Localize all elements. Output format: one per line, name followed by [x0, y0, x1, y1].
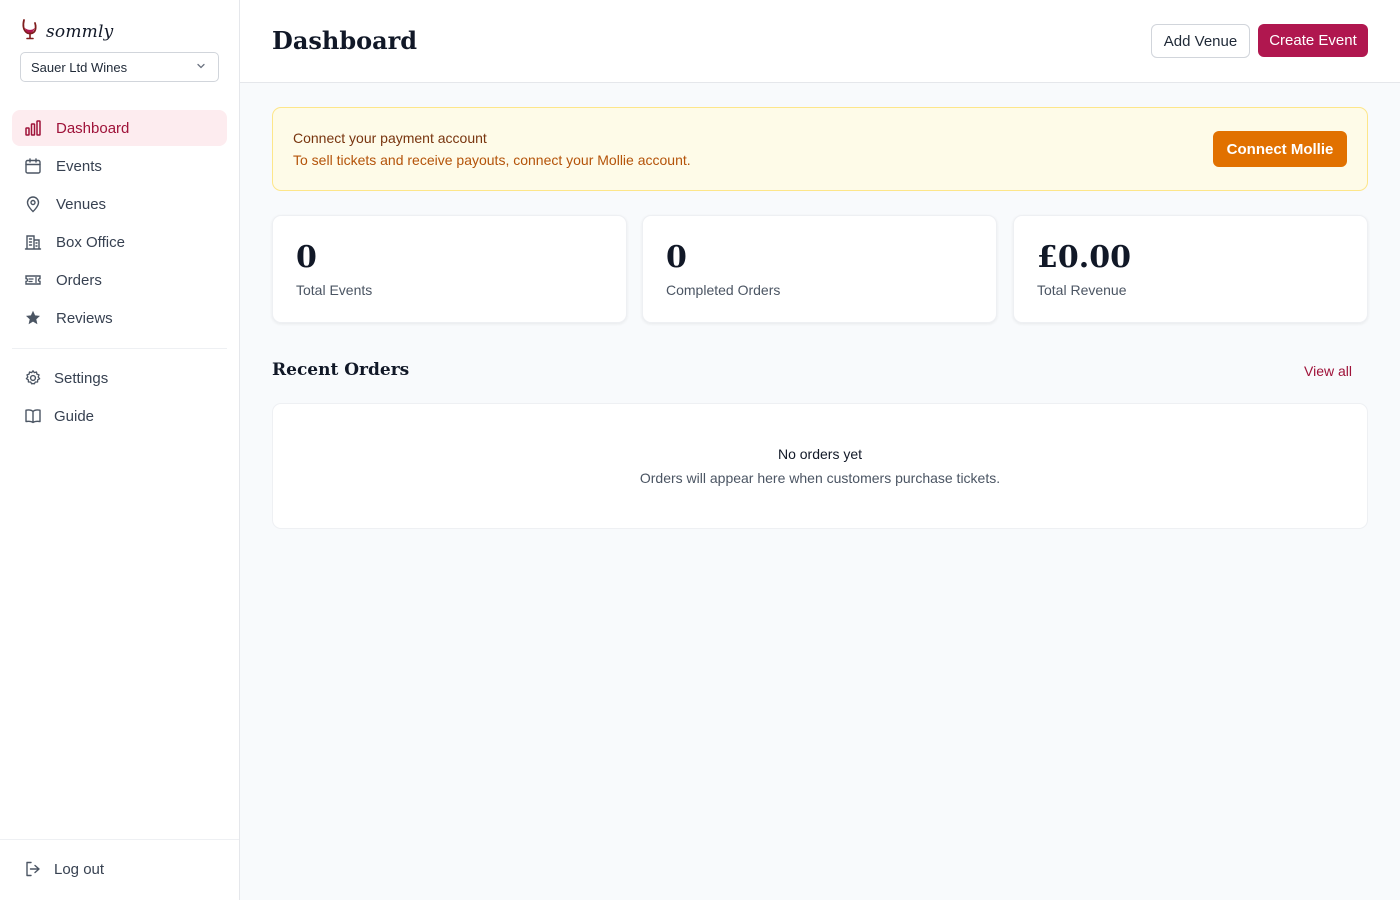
calendar-icon: [25, 158, 41, 174]
nav-item-events[interactable]: Events: [12, 148, 227, 184]
organization-select[interactable]: Sauer Ltd Wines: [20, 52, 219, 82]
stat-label: Total Events: [296, 282, 373, 298]
empty-state-title: No orders yet: [777, 446, 863, 462]
nav-item-label: Venues: [56, 195, 107, 213]
nav-item-settings[interactable]: Settings: [12, 360, 227, 396]
recent-orders-card: No orders yet Orders will appear here wh…: [272, 403, 1368, 529]
organization-select-value: Sauer Ltd Wines: [31, 59, 128, 75]
nav-item-label: Guide: [54, 407, 95, 425]
top-bar: Dashboard Add Venue Create Event: [240, 0, 1400, 83]
book-open-icon: [25, 409, 41, 424]
nav-item-box-office[interactable]: Box Office: [12, 224, 227, 260]
nav-divider: [12, 348, 227, 349]
stat-value: £0.00: [1037, 240, 1131, 275]
recent-orders-title: Recent Orders: [272, 360, 410, 380]
view-all-link[interactable]: View all: [1304, 363, 1352, 379]
stat-label: Total Revenue: [1037, 282, 1127, 298]
nav-item-label: Dashboard: [56, 119, 130, 137]
star-icon: [26, 310, 40, 325]
stat-value: 0: [296, 240, 317, 275]
banner-text: To sell tickets and receive payouts, con…: [293, 152, 691, 168]
nav-item-guide[interactable]: Guide: [12, 398, 227, 434]
payment-banner: Connect your payment account To sell tic…: [272, 107, 1368, 191]
stat-value: 0: [666, 240, 687, 275]
sidebar: sommly Sauer Ltd Wines Dashboard Events …: [0, 0, 240, 900]
logout-section: Log out: [12, 851, 227, 889]
brand-logo[interactable]: sommly: [20, 18, 113, 45]
add-venue-button[interactable]: Add Venue: [1151, 24, 1250, 58]
nav-item-label: Orders: [56, 271, 102, 289]
nav-item-label: Box Office: [56, 233, 125, 251]
ticket-icon: [25, 275, 41, 285]
nav-item-orders[interactable]: Orders: [12, 262, 227, 298]
create-event-button[interactable]: Create Event: [1258, 24, 1368, 57]
brand-name: sommly: [46, 21, 114, 42]
nav-item-dashboard[interactable]: Dashboard: [12, 110, 227, 146]
stat-card-completed-orders: 0 Completed Orders: [642, 215, 997, 323]
secondary-nav: Settings Guide: [12, 360, 227, 436]
building-icon: [24, 235, 42, 250]
chevron-down-icon: [196, 61, 206, 74]
log-out-icon: [26, 861, 40, 877]
nav-item-label: Settings: [54, 369, 109, 387]
logout-label: Log out: [54, 860, 105, 878]
nav-item-venues[interactable]: Venues: [12, 186, 227, 222]
stat-card-total-revenue: £0.00 Total Revenue: [1013, 215, 1368, 323]
map-pin-icon: [26, 196, 40, 213]
nav-item-label: Events: [56, 157, 102, 175]
sidebar-bottom-divider: [0, 839, 239, 840]
stat-label: Completed Orders: [666, 282, 781, 298]
logout-button[interactable]: Log out: [12, 851, 227, 887]
gear-icon: [25, 370, 41, 385]
page-title: Dashboard: [272, 26, 418, 55]
stat-card-total-events: 0 Total Events: [272, 215, 627, 323]
banner-title: Connect your payment account: [293, 130, 487, 146]
wine-glass-icon: [20, 18, 40, 45]
main-nav: Dashboard Events Venues Box Office Order…: [12, 110, 227, 338]
empty-state-text: Orders will appear here when customers p…: [639, 470, 1001, 486]
connect-mollie-button[interactable]: Connect Mollie: [1213, 131, 1347, 167]
nav-item-label: Reviews: [56, 309, 113, 327]
nav-item-reviews[interactable]: Reviews: [12, 300, 227, 336]
bar-chart-icon: [25, 120, 41, 136]
